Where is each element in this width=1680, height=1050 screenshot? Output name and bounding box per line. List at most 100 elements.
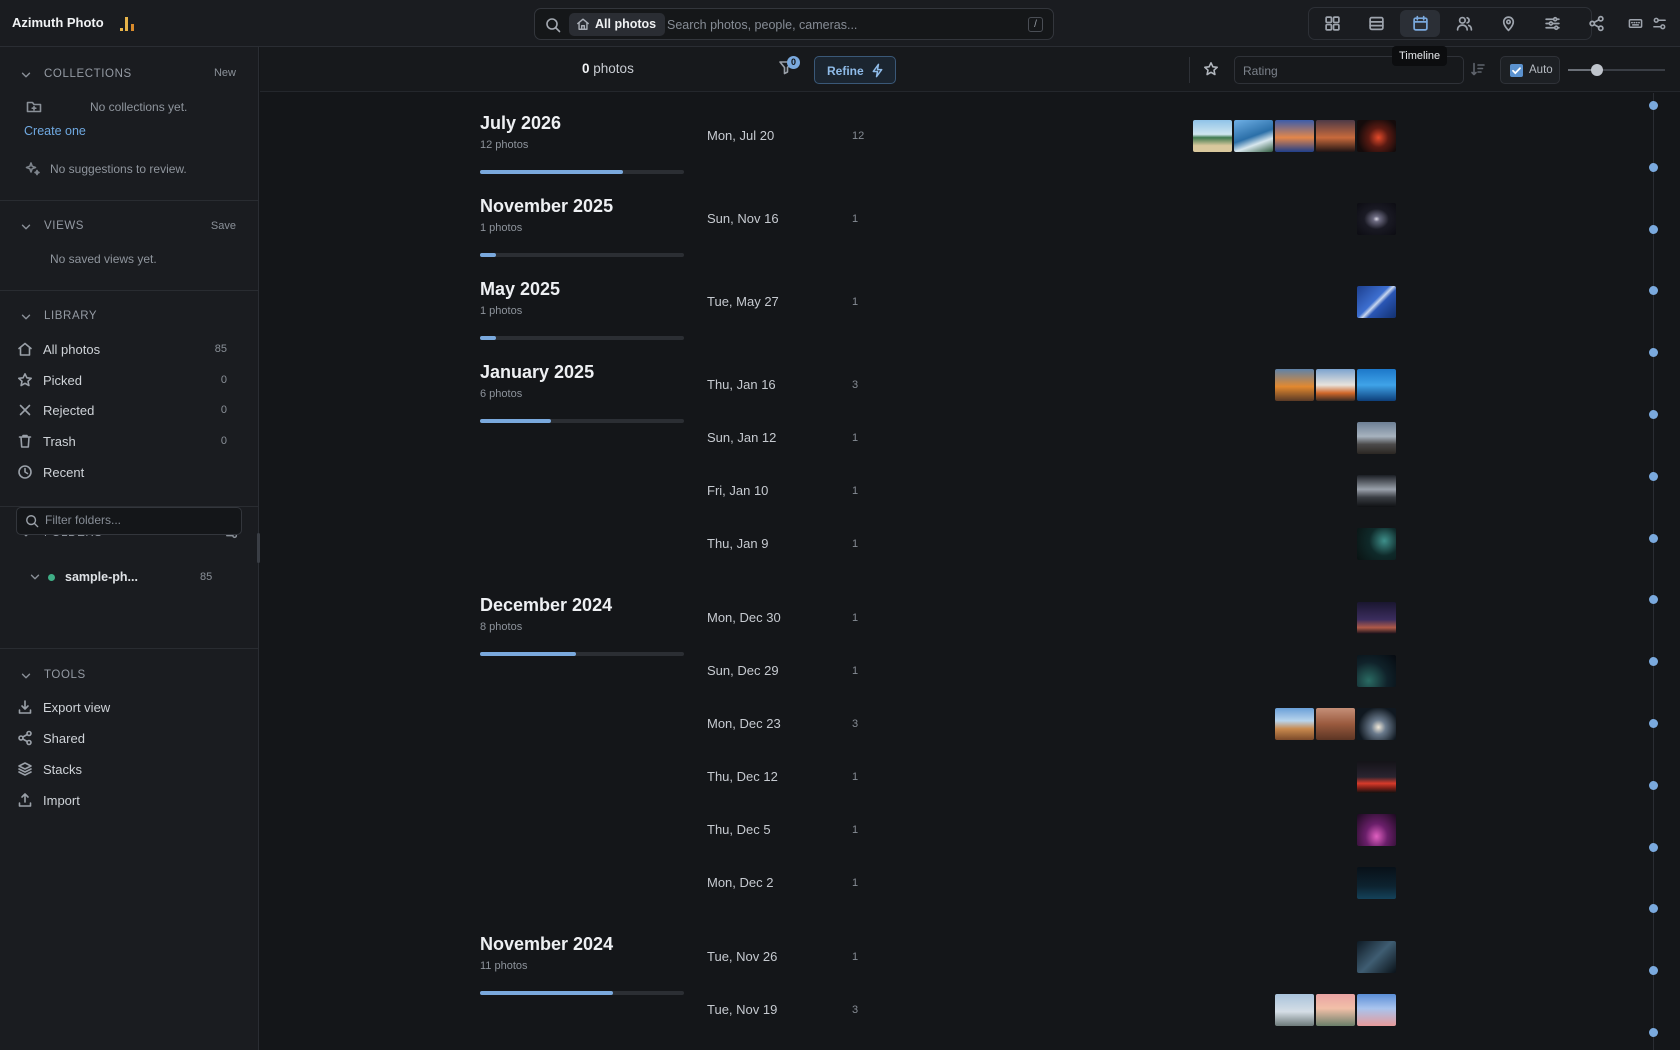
tool-import[interactable]: Import	[17, 789, 227, 811]
photo-thumbnail[interactable]	[1357, 422, 1396, 454]
day-label[interactable]: Sun, Dec 29	[707, 663, 779, 678]
photo-thumbnail[interactable]	[1275, 369, 1314, 401]
grid-view-button[interactable]	[1312, 10, 1352, 37]
photo-thumbnail[interactable]	[1316, 994, 1355, 1026]
photo-thumbnail[interactable]	[1193, 120, 1232, 152]
month-title[interactable]: January 2025	[480, 362, 594, 383]
folder-status-dot	[48, 574, 55, 581]
photo-thumbnail[interactable]	[1357, 867, 1396, 899]
save-view-button[interactable]: Save	[211, 220, 236, 232]
tool-stacks[interactable]: Stacks	[17, 758, 227, 780]
month-title[interactable]: November 2025	[480, 196, 613, 217]
scrubber-marker[interactable]	[1649, 780, 1658, 790]
day-label[interactable]: Mon, Dec 30	[707, 610, 781, 625]
photo-thumbnail[interactable]	[1357, 120, 1396, 152]
month-title[interactable]: December 2024	[480, 595, 612, 616]
scrubber-marker[interactable]	[1649, 719, 1658, 728]
photo-thumbnail[interactable]	[1234, 120, 1273, 152]
map-view-button[interactable]	[1488, 10, 1528, 37]
favorites-filter-button[interactable]	[1203, 61, 1219, 77]
create-collection-link[interactable]: Create one	[24, 124, 86, 138]
day-label[interactable]: Tue, Nov 26	[707, 949, 777, 964]
search-scope-chip[interactable]: All photos	[569, 13, 666, 36]
photo-thumbnail[interactable]	[1316, 708, 1355, 740]
settings-toggle-button[interactable]	[1652, 16, 1667, 31]
people-view-button[interactable]	[1444, 10, 1484, 37]
photo-thumbnail[interactable]	[1357, 655, 1396, 687]
new-collection-button[interactable]: New	[214, 67, 236, 79]
photo-thumbnail[interactable]	[1357, 814, 1396, 846]
scrubber-marker[interactable]	[1649, 101, 1658, 110]
scrubber-marker[interactable]	[1649, 904, 1658, 914]
scrubber-marker[interactable]	[1649, 286, 1658, 296]
scrubber-marker[interactable]	[1649, 533, 1658, 543]
list-view-button[interactable]	[1356, 10, 1396, 37]
library-item-recent[interactable]: Recent	[17, 461, 227, 483]
photo-thumbnail[interactable]	[1275, 708, 1314, 740]
share-view-button[interactable]	[1576, 10, 1616, 37]
photo-thumbnail[interactable]	[1275, 994, 1314, 1026]
logo-icon	[119, 15, 139, 32]
month-title[interactable]: May 2025	[480, 279, 560, 300]
search-input[interactable]	[667, 13, 1007, 36]
auto-toggle[interactable]: Auto	[1500, 56, 1560, 84]
library-item-all-photos[interactable]: All photos 85	[17, 338, 227, 360]
photo-thumbnail[interactable]	[1357, 528, 1396, 560]
library-item-picked[interactable]: Picked 0	[17, 369, 227, 391]
day-thumbnails	[1275, 994, 1396, 1026]
photo-thumbnail[interactable]	[1357, 602, 1396, 634]
scrubber-marker[interactable]	[1649, 842, 1658, 852]
scrubber-marker[interactable]	[1649, 471, 1658, 481]
photo-thumbnail[interactable]	[1357, 761, 1396, 793]
day-label[interactable]: Sun, Nov 16	[707, 211, 779, 226]
day-label[interactable]: Tue, Nov 19	[707, 1002, 777, 1017]
day-label[interactable]: Mon, Jul 20	[707, 128, 774, 143]
scrubber-marker[interactable]	[1649, 348, 1658, 358]
day-label[interactable]: Fri, Jan 10	[707, 483, 768, 498]
auto-checkbox[interactable]	[1510, 64, 1523, 77]
day-label[interactable]: Thu, Jan 16	[707, 377, 776, 392]
day-label[interactable]: Mon, Dec 2	[707, 875, 773, 890]
photo-thumbnail[interactable]	[1316, 369, 1355, 401]
scrubber-marker[interactable]	[1649, 966, 1658, 976]
photo-thumbnail[interactable]	[1357, 475, 1396, 507]
photo-thumbnail[interactable]	[1357, 708, 1396, 740]
photo-thumbnail[interactable]	[1357, 994, 1396, 1026]
scrubber-marker[interactable]	[1649, 224, 1658, 234]
day-label[interactable]: Thu, Dec 5	[707, 822, 771, 837]
rows-icon	[1369, 16, 1384, 31]
tool-export-view[interactable]: Export view	[17, 696, 227, 718]
photo-thumbnail[interactable]	[1357, 286, 1396, 318]
zoom-slider-handle[interactable]	[1591, 64, 1604, 76]
library-item-rejected[interactable]: Rejected 0	[17, 399, 227, 421]
photo-thumbnail[interactable]	[1357, 369, 1396, 401]
sort-button[interactable]	[1470, 61, 1486, 77]
photo-thumbnail[interactable]	[1357, 941, 1396, 973]
timeline-scrubber[interactable]	[1640, 93, 1680, 1050]
month-photo-count: 1 photos	[480, 305, 523, 317]
day-photo-count: 1	[852, 877, 859, 889]
scrubber-marker[interactable]	[1649, 1028, 1658, 1037]
day-label[interactable]: Thu, Dec 12	[707, 769, 778, 784]
month-title[interactable]: November 2024	[480, 934, 613, 955]
photo-thumbnail[interactable]	[1275, 120, 1314, 152]
day-label[interactable]: Sun, Jan 12	[707, 430, 776, 445]
zoom-slider[interactable]	[1568, 64, 1665, 76]
scrubber-marker[interactable]	[1649, 410, 1658, 419]
day-label[interactable]: Thu, Jan 9	[707, 536, 768, 551]
refine-button[interactable]: Refine	[814, 56, 896, 84]
day-label[interactable]: Tue, May 27	[707, 294, 779, 309]
scrubber-marker[interactable]	[1649, 162, 1658, 172]
scrubber-marker[interactable]	[1649, 657, 1658, 667]
day-label[interactable]: Mon, Dec 23	[707, 716, 781, 731]
library-item-trash[interactable]: Trash 0	[17, 430, 227, 452]
adjust-view-button[interactable]	[1532, 10, 1572, 37]
timeline-view-button[interactable]	[1400, 10, 1440, 37]
tool-shared[interactable]: Shared	[17, 727, 227, 749]
month-title[interactable]: July 2026	[480, 113, 561, 134]
photo-thumbnail[interactable]	[1357, 203, 1396, 235]
scrubber-marker[interactable]	[1649, 595, 1658, 605]
photo-thumbnail[interactable]	[1316, 120, 1355, 152]
keyboard-shortcuts-button[interactable]	[1628, 16, 1643, 31]
folder-filter-input[interactable]	[45, 513, 235, 527]
